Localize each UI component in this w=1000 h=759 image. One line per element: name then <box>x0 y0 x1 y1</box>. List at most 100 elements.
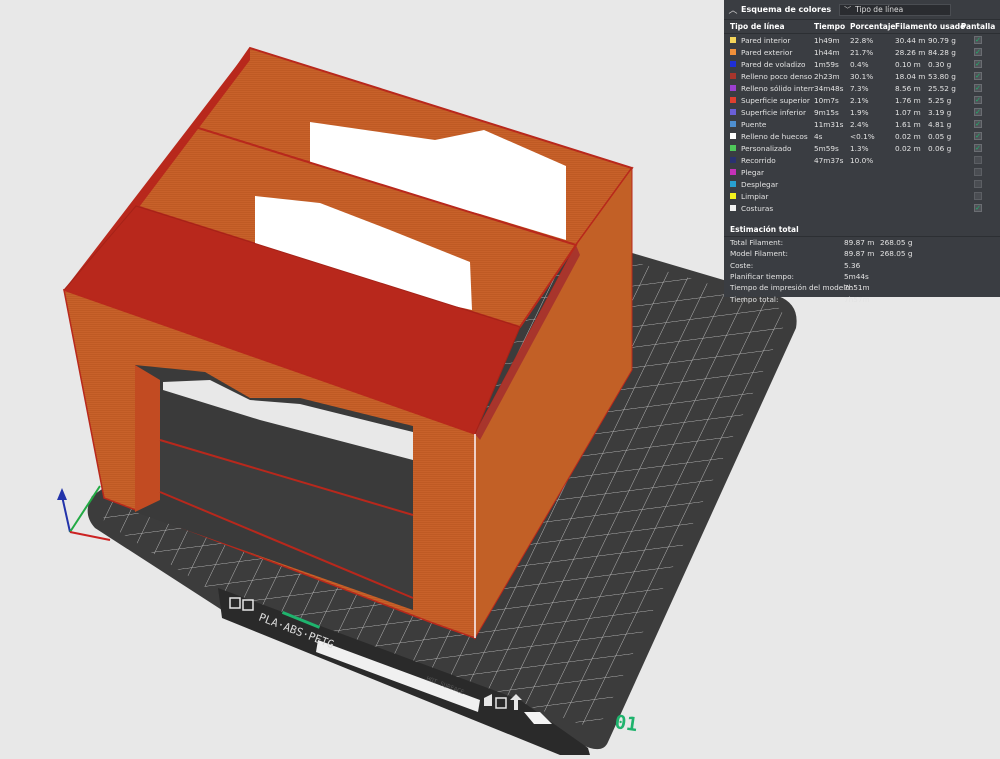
color-swatch <box>730 169 736 175</box>
filament-meters: 1.07 m <box>895 107 921 117</box>
estimate-row: Tiempo de impresión del modelo: 7h51m <box>724 282 1000 293</box>
collapse-icon[interactable]: ︿ <box>728 3 738 16</box>
display-cell: ✓ <box>962 108 994 116</box>
display-cell: ✓ <box>962 72 994 80</box>
color-swatch <box>730 37 736 43</box>
line-type-row: Personalizado 5m59s 1.3% 0.02 m 0.06 g ✓ <box>724 142 1000 154</box>
percent-value: 2.4% <box>850 119 869 129</box>
color-swatch <box>730 61 736 67</box>
estimate-value-secondary: 268.05 g <box>880 238 913 248</box>
display-cell: ✓ <box>962 204 994 212</box>
display-checkbox[interactable]: ✓ <box>974 60 982 68</box>
display-cell: ✓ <box>962 168 994 176</box>
filament-grams: 53.80 g <box>928 71 956 81</box>
display-cell: ✓ <box>962 96 994 104</box>
display-checkbox[interactable]: ✓ <box>974 180 982 188</box>
percent-value: 1.3% <box>850 143 869 153</box>
percent-value: 21.7% <box>850 47 874 57</box>
line-type-cell: Costuras <box>730 204 814 213</box>
estimate-value: 5.36 <box>844 260 861 270</box>
estimate-value: 89.87 m <box>844 238 875 248</box>
line-type-row: Relleno sólido interno 34m48s 7.3% 8.56 m 25… <box>724 82 1000 94</box>
estimate-label: Planificar tiempo: <box>730 272 794 282</box>
estimate-label: Model Filament: <box>730 249 788 259</box>
line-type-label: Personalizado <box>741 143 792 153</box>
display-checkbox[interactable]: ✓ <box>974 192 982 200</box>
line-type-cell: Pared de voladizo <box>730 60 814 69</box>
line-type-row: Costuras ✓ <box>724 202 1000 214</box>
header-time: Tiempo <box>814 22 846 31</box>
line-type-label: Pared exterior <box>741 47 793 57</box>
line-type-cell: Plegar <box>730 168 814 177</box>
filament-grams: 0.30 g <box>928 59 952 69</box>
line-type-label: Superficie inferior <box>741 107 807 117</box>
percent-value: 7.3% <box>850 83 869 93</box>
display-checkbox[interactable]: ✓ <box>974 36 982 44</box>
percent-value: 22.8% <box>850 35 874 45</box>
estimate-title: Estimación total <box>724 222 1000 237</box>
line-type-label: Plegar <box>741 167 765 177</box>
estimate-list: Total Filament: 89.87 m 268.05 g Model Fila… <box>724 237 1000 305</box>
time-value: 47m37s <box>814 155 844 165</box>
line-type-cell: Pared exterior <box>730 48 814 57</box>
estimate-value: 89.87 m <box>844 249 875 259</box>
percent-value: 2.1% <box>850 95 869 105</box>
plate-number: 01 <box>613 711 639 736</box>
display-cell: ✓ <box>962 48 994 56</box>
line-type-row: Puente 11m31s 2.4% 1.61 m 4.81 g ✓ <box>724 118 1000 130</box>
display-checkbox[interactable]: ✓ <box>974 96 982 104</box>
display-checkbox[interactable]: ✓ <box>974 108 982 116</box>
estimate-row: Total Filament: 89.87 m 268.05 g <box>724 237 1000 248</box>
display-checkbox[interactable]: ✓ <box>974 156 982 164</box>
filament-grams: 90.79 g <box>928 35 956 45</box>
time-value: 4s <box>814 131 823 141</box>
3d-viewport[interactable]: PLA·ABS·PETG HOT SURFACE 01 ︿ Esquema de… <box>0 0 1000 755</box>
table-header: Tipo de línea Tiempo Porcentaje Filament… <box>724 20 1000 34</box>
filament-meters: 1.76 m <box>895 95 921 105</box>
filament-meters: 30.44 m <box>895 35 926 45</box>
color-swatch <box>730 193 736 199</box>
color-scheme-select[interactable]: ﹀ Tipo de línea <box>839 3 952 16</box>
time-value: 2h23m <box>814 71 840 81</box>
filament-meters: 28.26 m <box>895 47 926 57</box>
color-swatch <box>730 85 736 91</box>
display-checkbox[interactable]: ✓ <box>974 168 982 176</box>
filament-grams: 84.28 g <box>928 47 956 57</box>
display-cell: ✓ <box>962 144 994 152</box>
display-checkbox[interactable]: ✓ <box>974 72 982 80</box>
filament-meters: 0.02 m <box>895 143 921 153</box>
time-value: 34m48s <box>814 83 844 93</box>
estimate-row: Planificar tiempo: 5m44s <box>724 271 1000 282</box>
estimate-label: Total Filament: <box>730 238 784 248</box>
line-type-label: Relleno poco denso <box>741 71 813 81</box>
percent-value: 0.4% <box>850 59 869 69</box>
line-type-list: Pared interior 1h49m 22.8% 30.44 m 90.79 g ✓ P… <box>724 34 1000 214</box>
line-type-label: Pared de voladizo <box>741 59 806 69</box>
estimate-value: 7h57m <box>844 294 870 304</box>
line-type-label: Puente <box>741 119 767 129</box>
line-type-row: Pared exterior 1h44m 21.7% 28.26 m 84.28 g ✓ <box>724 46 1000 58</box>
display-checkbox[interactable]: ✓ <box>974 84 982 92</box>
time-value: 1m59s <box>814 59 839 69</box>
display-checkbox[interactable]: ✓ <box>974 48 982 56</box>
line-type-row: Desplegar ✓ <box>724 178 1000 190</box>
display-checkbox[interactable]: ✓ <box>974 204 982 212</box>
display-cell: ✓ <box>962 120 994 128</box>
line-type-cell: Superficie superior <box>730 96 814 105</box>
display-checkbox[interactable]: ✓ <box>974 144 982 152</box>
display-checkbox[interactable]: ✓ <box>974 132 982 140</box>
time-value: 10m7s <box>814 95 839 105</box>
display-cell: ✓ <box>962 84 994 92</box>
display-cell: ✓ <box>962 60 994 68</box>
time-value: 1h44m <box>814 47 840 57</box>
line-type-row: Superficie inferior 9m15s 1.9% 1.07 m 3.19 g… <box>724 106 1000 118</box>
display-cell: ✓ <box>962 132 994 140</box>
color-swatch <box>730 49 736 55</box>
time-value: 9m15s <box>814 107 839 117</box>
estimate-value: 5m44s <box>844 272 869 282</box>
display-checkbox[interactable]: ✓ <box>974 120 982 128</box>
filament-grams: 4.81 g <box>928 119 952 129</box>
line-type-cell: Relleno de huecos <box>730 132 814 141</box>
percent-value: 10.0% <box>850 155 874 165</box>
color-swatch <box>730 121 736 127</box>
